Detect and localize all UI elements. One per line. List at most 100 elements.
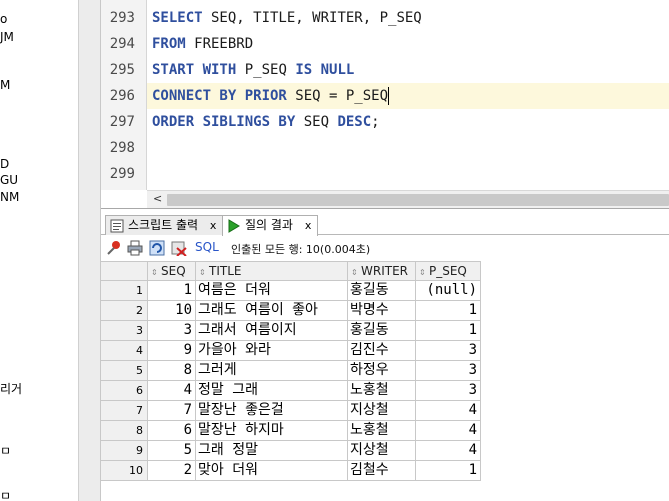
tree-node[interactable]: NM bbox=[0, 190, 19, 204]
cell-writer[interactable]: 노홍철 bbox=[348, 381, 416, 401]
results-panel: 스크립트 출력 x 질의 결과 x SQL 인출된 모든 행: 10(0.004… bbox=[101, 208, 669, 501]
cell-p-seq[interactable]: 1 bbox=[416, 461, 481, 481]
code-line[interactable]: SELECT SEQ, TITLE, WRITER, P_SEQ bbox=[147, 5, 669, 31]
line-number: 299 bbox=[109, 166, 135, 182]
line-number: 295 bbox=[109, 62, 135, 78]
tree-node[interactable]: GU bbox=[0, 173, 18, 187]
cell-writer[interactable]: 홍길동 bbox=[348, 281, 416, 301]
sql-worksheet-editor[interactable]: 293 294 295 296 297 298 299 SELECT SEQ, TITLE,… bbox=[101, 0, 669, 208]
row-number[interactable]: 8 bbox=[101, 421, 148, 441]
sql-text: SEQ, TITLE, WRITER, P_SEQ bbox=[202, 10, 422, 26]
fetch-status: 인출된 모든 행: 10(0.004초) bbox=[231, 243, 371, 256]
row-number[interactable]: 3 bbox=[101, 321, 148, 341]
cell-title[interactable]: 그래서 여름이지 bbox=[196, 321, 348, 341]
cell-seq[interactable]: 7 bbox=[148, 401, 196, 421]
line-number: 296 bbox=[109, 88, 135, 104]
cell-title[interactable]: 그래도 여름이 좋아 bbox=[196, 301, 348, 321]
line-number-gutter: 293 294 295 296 297 298 299 bbox=[101, 0, 147, 190]
row-number[interactable]: 10 bbox=[101, 461, 148, 481]
cancel-query-icon[interactable] bbox=[171, 240, 187, 256]
cell-p-seq[interactable]: 4 bbox=[416, 421, 481, 441]
tree-node[interactable]: ㅁ bbox=[0, 489, 11, 501]
scroll-left-icon[interactable]: < bbox=[153, 192, 162, 205]
sql-keyword: SELECT bbox=[152, 10, 203, 26]
sort-icon: ⇕ bbox=[151, 268, 158, 277]
tree-node[interactable]: o bbox=[0, 12, 7, 26]
cell-writer[interactable]: 홍길동 bbox=[348, 321, 416, 341]
cell-title[interactable]: 가을아 와라 bbox=[196, 341, 348, 361]
cell-writer[interactable]: 박명수 bbox=[348, 301, 416, 321]
row-number[interactable]: 2 bbox=[101, 301, 148, 321]
code-line[interactable]: ORDER SIBLINGS BY SEQ DESC; bbox=[147, 109, 669, 135]
results-toolbar: SQL 인출된 모든 행: 10(0.004초) bbox=[101, 236, 669, 260]
cell-p-seq[interactable]: 1 bbox=[416, 321, 481, 341]
row-number[interactable]: 7 bbox=[101, 401, 148, 421]
cell-p-seq[interactable]: (null) bbox=[416, 281, 481, 301]
panel-splitter[interactable] bbox=[79, 0, 101, 501]
row-number[interactable]: 1 bbox=[101, 281, 148, 301]
cell-title[interactable]: 여름은 더워 bbox=[196, 281, 348, 301]
cell-seq[interactable]: 3 bbox=[148, 321, 196, 341]
code-line[interactable]: START WITH P_SEQ IS NULL bbox=[147, 57, 669, 83]
tree-node[interactable]: D bbox=[0, 157, 9, 171]
column-header-label: SEQ bbox=[161, 264, 186, 278]
cell-seq[interactable]: 8 bbox=[148, 361, 196, 381]
tree-node[interactable]: M bbox=[0, 78, 10, 92]
cell-title[interactable]: 말장난 좋은걸 bbox=[196, 401, 348, 421]
code-line[interactable] bbox=[147, 135, 669, 161]
scrollbar-thumb[interactable] bbox=[167, 194, 669, 206]
row-number[interactable]: 5 bbox=[101, 361, 148, 381]
tab-query-result[interactable]: 질의 결과 x bbox=[222, 215, 319, 236]
tab-script-output[interactable]: 스크립트 출력 x bbox=[105, 215, 224, 235]
row-number[interactable]: 6 bbox=[101, 381, 148, 401]
row-number[interactable]: 9 bbox=[101, 441, 148, 461]
cell-seq[interactable]: 9 bbox=[148, 341, 196, 361]
close-icon[interactable]: x bbox=[210, 219, 217, 232]
script-output-icon bbox=[110, 219, 124, 233]
print-icon[interactable] bbox=[127, 240, 143, 256]
line-number: 297 bbox=[109, 114, 135, 130]
tree-node[interactable]: ㅁ bbox=[0, 444, 11, 458]
cell-writer[interactable]: 하정우 bbox=[348, 361, 416, 381]
cell-p-seq[interactable]: 4 bbox=[416, 401, 481, 421]
cell-seq[interactable]: 4 bbox=[148, 381, 196, 401]
cell-title[interactable]: 정말 그래 bbox=[196, 381, 348, 401]
cell-p-seq[interactable]: 3 bbox=[416, 361, 481, 381]
cell-seq[interactable]: 6 bbox=[148, 421, 196, 441]
cell-writer[interactable]: 지상철 bbox=[348, 441, 416, 461]
cell-writer[interactable]: 김진수 bbox=[348, 341, 416, 361]
cell-writer[interactable]: 지상철 bbox=[348, 401, 416, 421]
tree-node[interactable]: JM bbox=[0, 30, 14, 44]
pin-icon[interactable] bbox=[106, 240, 122, 256]
cell-seq[interactable]: 10 bbox=[148, 301, 196, 321]
cell-seq[interactable]: 2 bbox=[148, 461, 196, 481]
sql-button[interactable]: SQL bbox=[195, 240, 219, 254]
code-line[interactable]: CONNECT BY PRIOR SEQ = P_SEQ bbox=[147, 83, 669, 109]
code-line[interactable]: FROM FREEBRD bbox=[147, 31, 669, 57]
cell-title[interactable]: 맞아 더워 bbox=[196, 461, 348, 481]
cell-p-seq[interactable]: 4 bbox=[416, 441, 481, 461]
column-header-seq[interactable]: ⇕ SEQ bbox=[148, 261, 196, 281]
cell-seq[interactable]: 5 bbox=[148, 441, 196, 461]
cell-p-seq[interactable]: 3 bbox=[416, 341, 481, 361]
cell-title[interactable]: 그래 정말 bbox=[196, 441, 348, 461]
code-line[interactable] bbox=[147, 161, 669, 187]
column-header-title[interactable]: ⇕ TITLE bbox=[196, 261, 348, 281]
refresh-icon[interactable] bbox=[149, 240, 165, 256]
row-number[interactable]: 4 bbox=[101, 341, 148, 361]
cell-p-seq[interactable]: 3 bbox=[416, 381, 481, 401]
sql-text: SEQ = P_SEQ bbox=[286, 88, 389, 104]
cell-title[interactable]: 말장난 하지마 bbox=[196, 421, 348, 441]
cell-title[interactable]: 그러게 bbox=[196, 361, 348, 381]
cell-p-seq[interactable]: 1 bbox=[416, 301, 481, 321]
cell-writer[interactable]: 노홍철 bbox=[348, 421, 416, 441]
close-icon[interactable]: x bbox=[305, 219, 312, 232]
column-header-p-seq[interactable]: ⇕ P_SEQ bbox=[416, 261, 481, 281]
tab-label: 스크립트 출력 bbox=[128, 218, 199, 232]
sql-keyword: FROM bbox=[152, 36, 186, 52]
tree-node[interactable]: 리거 bbox=[0, 382, 22, 396]
cell-writer[interactable]: 김철수 bbox=[348, 461, 416, 481]
column-header-writer[interactable]: ⇕ WRITER bbox=[348, 261, 416, 281]
horizontal-scrollbar[interactable]: < bbox=[147, 190, 669, 208]
cell-seq[interactable]: 1 bbox=[148, 281, 196, 301]
